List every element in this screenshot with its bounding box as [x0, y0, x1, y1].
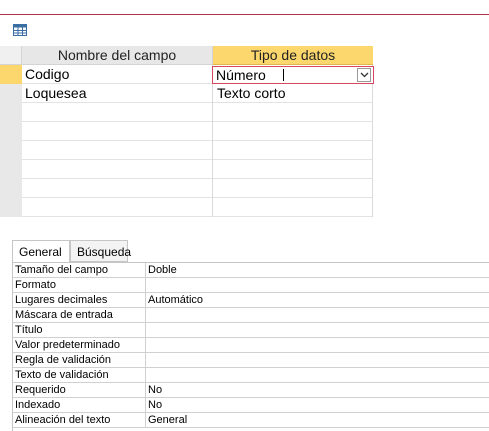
property-value[interactable]: No [148, 383, 478, 397]
top-bar [0, 0, 489, 46]
property-divider [145, 413, 146, 428]
table-icon [13, 24, 27, 36]
field-name-cell[interactable]: Loquesea [22, 84, 213, 103]
tab-general[interactable]: General [12, 240, 70, 262]
table-row[interactable] [22, 160, 373, 179]
property-row[interactable]: Indexado No [13, 398, 489, 413]
property-label: Texto de validación [15, 369, 109, 381]
chevron-down-icon [360, 72, 369, 78]
select-all-corner[interactable] [0, 46, 22, 65]
property-row[interactable]: Tamaño del campo Doble [13, 263, 489, 278]
table-row[interactable] [22, 141, 373, 160]
property-label: Formato [15, 279, 56, 291]
property-label: Título [15, 324, 43, 336]
column-divider [212, 65, 213, 217]
property-value[interactable]: General [148, 413, 478, 427]
property-label: Indexado [15, 399, 61, 411]
property-divider [145, 368, 146, 383]
current-row-indicator[interactable] [0, 65, 22, 84]
table-row[interactable]: Loquesea Texto corto [22, 84, 373, 103]
top-divider [0, 14, 489, 15]
column-divider [372, 65, 373, 217]
property-divider [145, 353, 146, 368]
property-divider [145, 338, 146, 353]
properties-tabs: General Búsqueda [0, 240, 489, 262]
field-design-grid: Nombre del campo Tipo de datos Codigo Lo… [0, 46, 489, 217]
property-row[interactable]: Lugares decimales Automático [13, 293, 489, 308]
property-label: Requerido [15, 384, 66, 396]
property-label: Lugares decimales [15, 294, 108, 306]
property-value[interactable]: Doble [148, 263, 478, 277]
property-divider [145, 293, 146, 308]
property-row[interactable]: Valor predeterminado [13, 338, 489, 353]
property-label: Máscara de entrada [15, 309, 113, 321]
property-divider [145, 278, 146, 293]
property-value[interactable]: No [148, 398, 478, 412]
tab-busqueda[interactable]: Búsqueda [70, 240, 131, 262]
text-cursor [283, 69, 284, 81]
property-row[interactable]: Máscara de entrada [13, 308, 489, 323]
property-divider [145, 383, 146, 398]
property-label: Valor predeterminado [15, 339, 120, 351]
data-type-value[interactable]: Número [216, 67, 266, 83]
property-row[interactable]: Regla de validación [13, 353, 489, 368]
data-type-combobox[interactable]: Número [212, 66, 374, 84]
column-header-description[interactable] [373, 46, 489, 65]
property-row[interactable]: Texto de validación [13, 368, 489, 383]
table-row[interactable] [22, 122, 373, 141]
data-type-cell[interactable]: Texto corto [214, 84, 373, 103]
property-value[interactable]: Automático [148, 293, 478, 307]
table-row[interactable] [22, 179, 373, 198]
property-divider [145, 323, 146, 338]
table-row[interactable] [22, 198, 373, 217]
table-row[interactable] [22, 103, 373, 122]
property-divider [145, 263, 146, 278]
property-label: Tamaño del campo [15, 264, 108, 276]
field-properties-panel: Tamaño del campo Doble Formato Lugares d… [12, 262, 489, 431]
field-name-cell[interactable]: Codigo [22, 65, 213, 84]
property-row[interactable]: Formato [13, 278, 489, 293]
property-label: Regla de validación [15, 354, 112, 366]
property-row[interactable]: Título [13, 323, 489, 338]
dropdown-button[interactable] [357, 68, 371, 82]
property-label: Alineación del texto [15, 414, 111, 426]
property-row[interactable]: Alineación del texto General [13, 413, 489, 428]
property-divider [145, 308, 146, 323]
column-header-data-type[interactable]: Tipo de datos [213, 46, 373, 65]
column-header-field-name[interactable]: Nombre del campo [22, 46, 213, 65]
property-row[interactable]: Requerido No [13, 383, 489, 398]
property-divider [145, 398, 146, 413]
row-selector-column[interactable] [0, 65, 22, 217]
